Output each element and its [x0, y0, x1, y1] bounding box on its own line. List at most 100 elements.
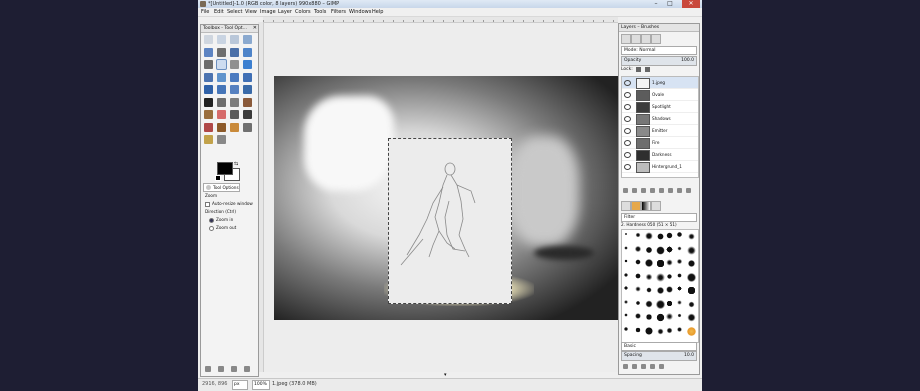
brush-preset[interactable] — [666, 232, 673, 239]
brush-preset[interactable] — [645, 313, 653, 321]
brush-preset[interactable] — [645, 259, 653, 267]
brush-preset[interactable] — [624, 299, 628, 304]
brush-preset[interactable] — [687, 245, 696, 255]
save-options-icon[interactable] — [205, 366, 211, 372]
heal-icon[interactable] — [217, 122, 226, 132]
brush-grid[interactable] — [621, 229, 699, 343]
smudge-icon[interactable] — [243, 122, 252, 132]
layer-row[interactable]: 1.jpeg — [622, 77, 698, 89]
brush-preset[interactable] — [655, 232, 665, 241]
brush-preset[interactable] — [634, 299, 641, 306]
layer-name[interactable]: Hintergrund_1 — [652, 164, 682, 169]
blend-icon[interactable] — [230, 97, 239, 107]
menu-windows[interactable]: Windows — [349, 9, 371, 15]
layer-row[interactable]: Darkness — [622, 149, 698, 161]
visibility-eye-icon[interactable] — [624, 104, 631, 110]
rect-select-icon[interactable] — [204, 35, 213, 44]
tool-options-tab[interactable]: Tool Options — [203, 183, 240, 192]
shear-icon[interactable] — [204, 85, 213, 94]
brush-preset[interactable] — [624, 232, 628, 236]
brush-preset[interactable] — [666, 313, 673, 320]
layer-row[interactable]: Hintergrund_1 — [622, 161, 698, 173]
duplicate-brush-icon[interactable] — [641, 364, 646, 369]
toolbox-close-icon[interactable]: ✕ — [253, 25, 257, 32]
dodge-burn-icon[interactable] — [217, 135, 226, 144]
menu-view[interactable]: View — [245, 9, 257, 15]
duplicate-layer-icon[interactable] — [659, 188, 664, 193]
zoom-in-radio[interactable] — [209, 217, 214, 223]
brush-preset[interactable] — [687, 259, 696, 268]
delete-brush-icon[interactable] — [650, 364, 655, 369]
brushes-tab-icon[interactable] — [621, 201, 631, 211]
paths-icon[interactable] — [243, 47, 252, 57]
lock-alpha-icon[interactable] — [644, 67, 650, 72]
minimize-button[interactable]: – — [650, 0, 662, 8]
delete-layer-icon[interactable] — [686, 188, 691, 193]
auto-resize-checkbox[interactable] — [205, 201, 210, 207]
layer-row[interactable]: Emitter — [622, 125, 698, 137]
paintbrush-icon[interactable] — [204, 110, 213, 119]
sketch-layer[interactable] — [388, 138, 512, 304]
perspective-icon[interactable] — [217, 85, 226, 94]
brush-preset[interactable] — [645, 245, 653, 254]
brush-preset[interactable] — [655, 259, 665, 268]
fonts-tab-icon[interactable] — [651, 201, 661, 211]
refresh-brushes-icon[interactable] — [659, 364, 664, 369]
zoom-out-radio[interactable] — [209, 225, 214, 231]
brush-preset[interactable] — [634, 313, 641, 319]
brush-preset[interactable] — [624, 272, 628, 277]
layer-row[interactable]: Ovale — [622, 89, 698, 101]
layer-name[interactable]: Spotlight — [652, 104, 671, 109]
new-brush-icon[interactable] — [632, 364, 637, 369]
zoom-icon[interactable] — [216, 59, 227, 70]
edit-brush-icon[interactable] — [623, 364, 628, 369]
brush-preset[interactable] — [666, 286, 673, 293]
brush-preset[interactable] — [655, 286, 665, 295]
menu-select[interactable]: Select — [227, 9, 242, 15]
brush-preset[interactable] — [676, 313, 682, 318]
brush-preset[interactable] — [676, 245, 682, 251]
brush-preset[interactable] — [687, 299, 696, 309]
visibility-eye-icon[interactable] — [624, 116, 631, 122]
reset-options-icon[interactable] — [244, 366, 250, 372]
gradients-tab-icon[interactable] — [641, 201, 651, 211]
visibility-eye-icon[interactable] — [624, 164, 631, 170]
brush-preset[interactable] — [676, 232, 682, 237]
brush-preset[interactable] — [655, 313, 665, 322]
visibility-eye-icon[interactable] — [624, 92, 631, 98]
brush-preset[interactable] — [687, 286, 696, 295]
brush-preset[interactable] — [624, 245, 628, 250]
layer-row[interactable]: Fire — [622, 137, 698, 149]
layer-row[interactable]: Spotlight — [622, 101, 698, 113]
layer-name[interactable]: Shadows — [652, 116, 671, 121]
measure-icon[interactable] — [230, 60, 239, 69]
menu-colors[interactable]: Colors — [295, 9, 311, 15]
eraser-icon[interactable] — [217, 110, 226, 119]
zoom-selector[interactable]: 100% — [252, 380, 270, 390]
pencil-icon[interactable] — [243, 97, 252, 107]
brush-tag-filter[interactable]: Filter — [621, 213, 697, 222]
layers-tab-icon[interactable] — [621, 34, 631, 44]
opacity-slider[interactable]: Opacity 100.0 — [621, 56, 697, 66]
brush-preset[interactable] — [634, 286, 641, 292]
rotate-icon[interactable] — [230, 72, 239, 82]
zoom-in-option[interactable]: Zoom in — [209, 217, 233, 223]
layer-row[interactable]: Shadows — [622, 113, 698, 125]
color-select-icon[interactable] — [204, 47, 213, 57]
lower-layer-icon[interactable] — [650, 188, 655, 193]
brush-preset[interactable] — [624, 259, 628, 263]
airbrush-icon[interactable] — [230, 110, 239, 119]
brush-preset[interactable] — [645, 232, 653, 240]
menu-filters[interactable]: Filters — [331, 9, 346, 15]
menu-image[interactable]: Image — [260, 9, 276, 15]
brush-preset[interactable] — [645, 326, 653, 335]
brush-preset[interactable] — [634, 245, 641, 252]
layer-name[interactable]: Darkness — [652, 152, 672, 157]
restore-options-icon[interactable] — [218, 366, 224, 372]
brush-preset[interactable] — [645, 272, 653, 281]
brush-preset[interactable] — [687, 326, 696, 336]
brush-preset[interactable] — [655, 326, 665, 336]
raise-layer-icon[interactable] — [641, 188, 646, 193]
crop-icon[interactable] — [217, 72, 226, 82]
new-layer-icon[interactable] — [623, 188, 628, 193]
